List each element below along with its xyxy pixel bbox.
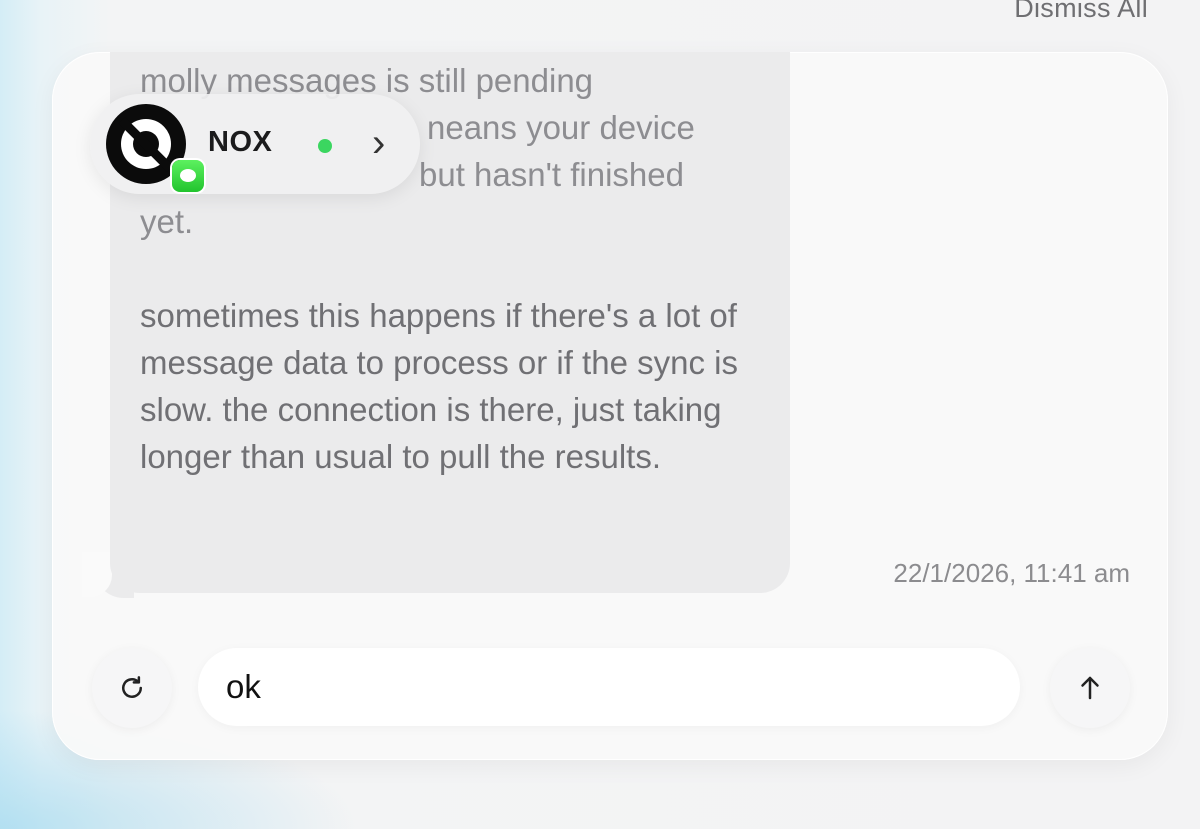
message-line: yet. — [140, 203, 194, 240]
refresh-icon — [122, 676, 142, 698]
online-status-dot — [318, 139, 332, 153]
chevron-right-icon: › — [372, 121, 386, 165]
dismiss-all-button[interactable]: Dismiss All — [1014, 0, 1148, 24]
send-button[interactable] — [1050, 648, 1130, 728]
composer — [52, 648, 1168, 728]
arrow-up-icon — [1081, 676, 1099, 700]
message-input[interactable] — [198, 648, 1020, 726]
retry-button[interactable] — [92, 648, 172, 728]
messages-app-icon — [172, 160, 204, 192]
nox-logo-icon — [106, 104, 204, 192]
contact-pill[interactable]: NOX › — [90, 94, 420, 194]
message-text: sometimes this happens if there's a lot … — [140, 297, 738, 475]
message-timestamp: 22/1/2026, 11:41 am — [893, 558, 1130, 588]
contact-name: NOX — [208, 126, 273, 158]
